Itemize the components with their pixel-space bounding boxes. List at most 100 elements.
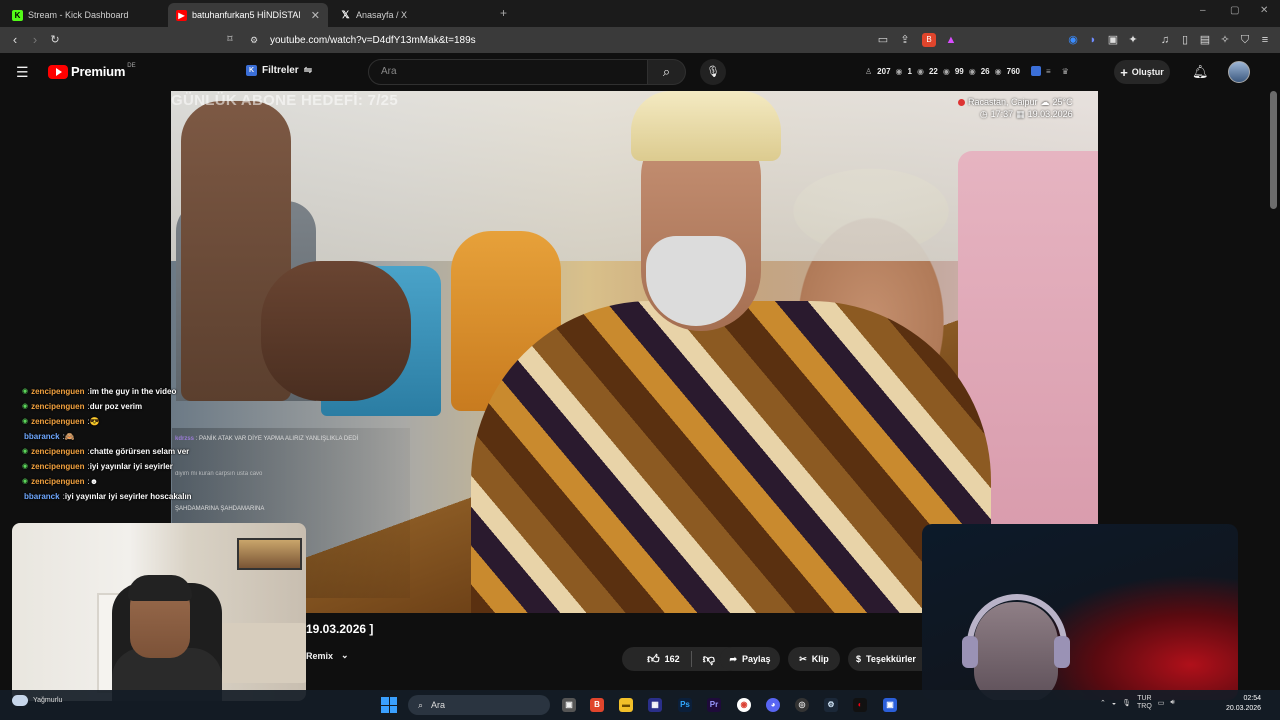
time-text: 17:37	[990, 109, 1014, 119]
app-red-icon[interactable]: ◐	[853, 698, 867, 712]
account-avatar[interactable]	[1228, 61, 1250, 83]
site-settings-icon[interactable]: ⚙	[246, 32, 262, 48]
url-input[interactable]: youtube.com/watch?v=D4dfY13mMak&t=189s	[270, 30, 870, 50]
extension-icon[interactable]: ▣	[1106, 33, 1120, 47]
brave-browser-icon[interactable]: B	[590, 698, 604, 712]
clip-button[interactable]: ✂ Klip	[788, 647, 840, 671]
monitor-icon[interactable]: ▭	[1158, 699, 1165, 707]
ai-icon[interactable]: ✧	[1218, 33, 1232, 47]
vpn-icon[interactable]: ⛉	[1238, 33, 1252, 47]
chat-username[interactable]: zencipenguen	[31, 414, 84, 429]
photoshop-icon[interactable]: Ps	[678, 698, 692, 712]
language-indicator[interactable]: TUR TRQ	[1137, 695, 1152, 711]
chat-username[interactable]: zencipenguen	[31, 474, 84, 489]
thanks-button[interactable]: $ Teşekkürler	[848, 647, 922, 671]
wallet-icon[interactable]: ▤	[1198, 33, 1212, 47]
youtube-icon: ▶	[176, 9, 187, 21]
steam-icon[interactable]: ⚙	[824, 698, 838, 712]
brave-rewards-icon[interactable]: ▲	[944, 33, 958, 47]
extension-blue-icon[interactable]: ◉	[1066, 33, 1080, 47]
close-tab-icon[interactable]: ✕	[311, 9, 320, 22]
puzzle-icon[interactable]: ✦	[1126, 33, 1140, 47]
chevron-up-icon[interactable]: ⌃	[1100, 699, 1106, 707]
chrome-icon[interactable]: ◉	[737, 698, 751, 712]
brave-shield-icon[interactable]: B	[922, 33, 936, 47]
plus-icon: +	[1120, 64, 1128, 80]
mic-icon[interactable]: 🎙	[1122, 699, 1131, 707]
eye-icon: ◉	[942, 66, 950, 76]
discord-icon[interactable]: ◕	[766, 698, 780, 712]
screen-cast-icon[interactable]: ▭	[876, 33, 890, 47]
browser-tab-strip: K Stream - Kick Dashboard ▶ batuhanfurka…	[0, 0, 1280, 27]
extension-audio-icon[interactable]: ◗	[1086, 33, 1100, 47]
dislike-button[interactable]: 👎︎	[703, 652, 715, 667]
file-explorer-icon[interactable]: ▬	[619, 698, 633, 712]
like-button[interactable]: 👍︎ 162	[647, 652, 680, 667]
tab-youtube-video[interactable]: ▶ batuhanfurkan5 HİNDİSTAN ( ✕	[168, 3, 328, 27]
trophy-icon[interactable]: ♛	[1062, 67, 1069, 76]
x-icon: 𝕏	[341, 9, 350, 21]
chat-username[interactable]: zencipenguen	[31, 399, 84, 414]
taskbar-clock[interactable]: 02:54 20.03.2026	[1226, 694, 1261, 714]
weather-widget[interactable]: Yağmurlu	[12, 695, 62, 706]
subscriber-goal-overlay: GÜNLÜK ABONE HEDEFİ: 7/25	[171, 92, 398, 109]
task-view-icon[interactable]: ▣	[562, 698, 576, 712]
taskbar-search[interactable]: ⌕ Ara	[408, 695, 550, 715]
scissors-icon: ✂	[799, 653, 807, 664]
system-tray: ⌃ ◒ 🎙 TUR TRQ ▭ 🔊︎	[1100, 695, 1175, 711]
music-icon[interactable]: ♫	[1158, 33, 1172, 47]
kick-icon: K	[12, 9, 23, 21]
volume-icon[interactable]: 🔊︎	[1170, 699, 1174, 707]
sidebar-icon[interactable]: ▯	[1178, 33, 1192, 47]
tab-x-home[interactable]: 𝕏 Anasayfa / X	[332, 3, 494, 27]
tab-kick-dashboard[interactable]: K Stream - Kick Dashboard	[4, 3, 166, 27]
taskbar-search-label: Ara	[431, 700, 446, 710]
create-button[interactable]: + Oluştur	[1114, 60, 1170, 84]
menu-icon[interactable]: ≡	[1258, 33, 1272, 47]
bookmark-icon[interactable]: ⌑	[222, 32, 238, 48]
chat-text: chatte görürsen selam ver	[89, 447, 190, 456]
clock-date: 20.03.2026	[1226, 705, 1262, 712]
chat-username[interactable]: zencipenguen	[31, 384, 84, 399]
obs-icon[interactable]: ◎	[795, 698, 809, 712]
page-scrollbar[interactable]	[1270, 91, 1277, 209]
hamburger-menu-icon[interactable]: ☰	[16, 64, 29, 81]
minimize-button[interactable]: –	[1200, 5, 1206, 16]
filter-extension-icon: K	[246, 65, 257, 76]
new-tab-button[interactable]: +	[500, 6, 507, 20]
maximize-button[interactable]: ▢	[1230, 5, 1239, 16]
filters-button[interactable]: K Filtreler ⇋	[246, 65, 312, 76]
search-input[interactable]: Ara	[368, 59, 648, 85]
start-button[interactable]	[381, 697, 397, 713]
chat-username[interactable]: zencipenguen	[31, 459, 84, 474]
eye-icon: ◉	[994, 66, 1002, 76]
chat-username[interactable]: zencipenguen	[31, 444, 84, 459]
search-button[interactable]: ⌕	[648, 59, 686, 85]
back-button[interactable]: ‹	[7, 32, 23, 48]
streamer-hair	[128, 575, 192, 601]
chat-message: bbaranck: iyi yayınlar iyi seyirler hosc…	[22, 489, 322, 504]
reload-icon[interactable]: ↻	[47, 32, 63, 48]
chat-username[interactable]: bbaranck	[24, 489, 60, 504]
share-button[interactable]: ➦ Paylaş	[720, 647, 780, 671]
premiere-icon[interactable]: Pr	[707, 698, 721, 712]
share-icon[interactable]: ⇪	[898, 33, 912, 47]
app-blue-icon[interactable]: ▣	[883, 698, 897, 712]
store-icon[interactable]: ▦	[648, 698, 662, 712]
notifications-bell-icon[interactable]: 🔔︎	[1192, 64, 1209, 80]
close-window-button[interactable]: ✕	[1260, 5, 1268, 16]
forward-button[interactable]: ›	[27, 32, 43, 48]
youtube-logo[interactable]: Premium DE	[48, 63, 136, 79]
channel-stats: ♙ 207 ◉ 1 ◉ 22 ◉ 99 ◉ 26 ◉ 760 ≡ ♛	[865, 66, 1069, 76]
chat-username[interactable]: bbaranck	[24, 429, 60, 444]
voice-search-button[interactable]: 🎙	[700, 59, 726, 85]
stat-value: 760	[1006, 66, 1020, 76]
network-icon[interactable]: ◒	[1112, 700, 1116, 707]
list-icon[interactable]: ≡	[1046, 67, 1051, 76]
subscriber-badge-icon: ◉	[22, 448, 29, 455]
like-count: 162	[664, 654, 680, 664]
remix-button[interactable]: Remix ⌄	[306, 650, 349, 661]
video-hand	[261, 261, 411, 401]
extension-icon[interactable]	[1030, 66, 1041, 76]
language-code: TUR	[1137, 695, 1152, 702]
